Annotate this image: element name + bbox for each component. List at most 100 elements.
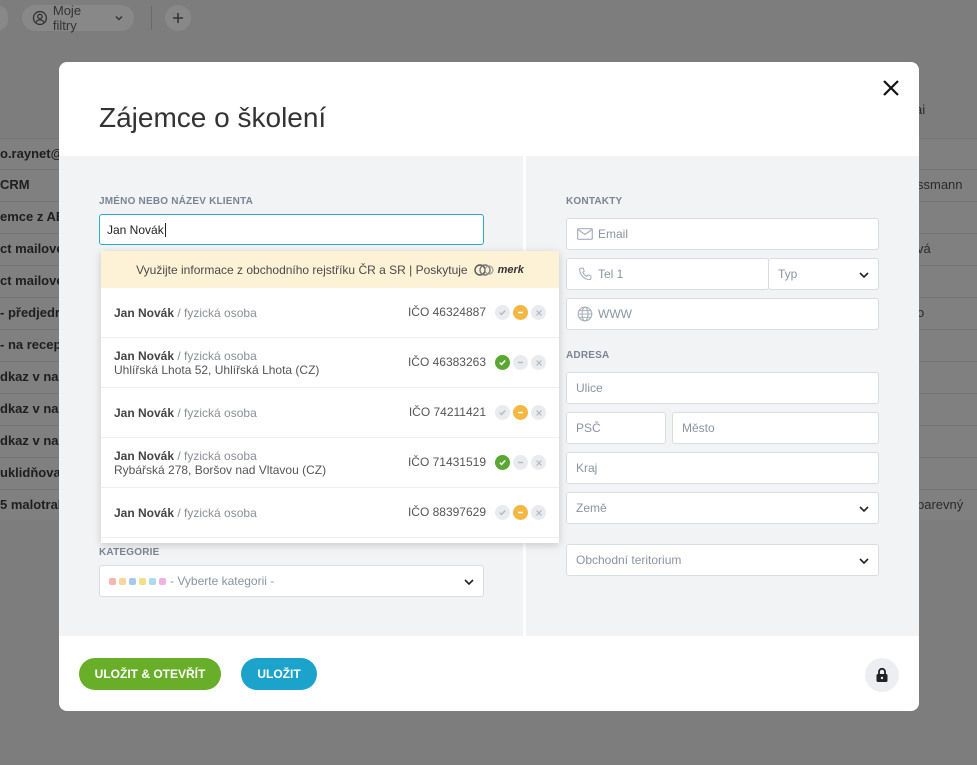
phone-type-value: Typ <box>778 267 798 281</box>
suggestion-type: / fyzická osoba <box>177 505 257 520</box>
text-caret <box>164 222 166 237</box>
user-filter-icon <box>32 10 48 26</box>
bg-row-left-text: ct mailové <box>0 241 64 256</box>
chevron-down-icon <box>859 506 869 513</box>
suggestion-list: Jan Novák / fyzická osoba IČO 46324887 Jan… <box>101 288 559 538</box>
close-button[interactable] <box>879 76 903 100</box>
category-swatch <box>159 577 166 585</box>
suggestion-status <box>495 455 546 470</box>
envelope-icon <box>576 225 594 243</box>
suggestion-status <box>495 405 546 420</box>
region-field[interactable]: Kraj <box>566 452 879 484</box>
close-icon <box>883 80 899 96</box>
suggestion-item[interactable]: Jan Novák / fyzická osoba IČO 74211421 <box>101 388 559 438</box>
suggestion-item[interactable]: Jan Novák / fyzická osoba IČO 88397629 <box>101 488 559 538</box>
bg-row-left-text: - na recep <box>0 337 62 352</box>
bg-toolbar-button <box>0 5 8 31</box>
lock-icon <box>876 667 888 682</box>
suggestion-item[interactable]: Jan Novák / fyzická osoba IČO 46324887 <box>101 288 559 338</box>
merk-logo-icon <box>473 263 494 276</box>
zip-field[interactable]: PSČ <box>566 412 666 444</box>
suggestion-item[interactable]: Jan Novák / fyzická osoba Rybářská 278, B… <box>101 438 559 488</box>
suggestion-status <box>495 355 546 370</box>
modal-title: Zájemce o školení <box>99 102 327 133</box>
category-swatch <box>149 577 156 585</box>
plus-icon <box>173 13 183 23</box>
country-select[interactable]: Země <box>566 492 879 524</box>
cross-icon <box>531 455 546 470</box>
suggestion-address: Rybářská 278, Boršov nad Vltavou (CZ) <box>114 462 327 477</box>
new-contact-modal: Zájemce o školení JMÉNO NEBO NÁZEV KLIEN… <box>59 62 919 711</box>
client-name-input[interactable]: Jan Novák <box>99 214 484 245</box>
check-icon <box>495 355 510 370</box>
suggestion-status <box>495 305 546 320</box>
client-name-label: JMÉNO NEBO NÁZEV KLIENTA <box>99 196 254 207</box>
email-field[interactable]: Email <box>566 218 879 250</box>
suggestion-type: / fyzická osoba <box>177 405 257 420</box>
street-field[interactable]: Ulice <box>566 372 879 404</box>
region-placeholder: Kraj <box>576 461 598 475</box>
category-swatch <box>139 577 146 585</box>
phone-field[interactable]: Tel 1 <box>566 258 769 290</box>
phone-type-select[interactable]: Typ <box>768 258 879 290</box>
territory-select[interactable]: Obchodní teritorium <box>566 544 879 576</box>
cross-icon <box>531 405 546 420</box>
save-button[interactable]: ULOŽIT <box>241 658 317 690</box>
bg-row-left-text: ct mailové <box>0 273 64 288</box>
suggestion-type: / fyzická osoba <box>177 448 257 463</box>
suggestion-ico: IČO 71431519 <box>407 455 486 469</box>
suggestion-address: Uhlířská Lhota 52, Uhlířská Lhota (CZ) <box>114 362 320 377</box>
bg-row-left-text: dkaz v naš <box>0 433 66 448</box>
lock-button[interactable] <box>865 658 899 692</box>
territory-placeholder: Obchodní teritorium <box>576 553 682 567</box>
suggestion-name: Jan Novák <box>114 405 175 420</box>
save-and-open-button[interactable]: ULOŽIT & OTEVŘÍT <box>79 658 221 690</box>
category-swatch <box>109 577 116 585</box>
suggestion-status <box>495 505 546 520</box>
bg-row-left-text: emce z AB <box>0 209 66 224</box>
suggestion-name-line: Jan Novák / fyzická osoba <box>114 506 559 520</box>
category-placeholder: - Vyberte kategorii - <box>170 574 275 588</box>
my-filters-button: Moje filtry <box>22 3 134 33</box>
banner-text: Využijte informace z obchodního rejstřík… <box>136 262 468 277</box>
category-swatch <box>129 577 136 585</box>
suggestion-name: Jan Novák <box>114 448 175 463</box>
bg-row-left-text: dkaz v naš <box>0 369 66 384</box>
city-field[interactable]: Město <box>672 412 879 444</box>
chevron-down-icon <box>115 16 123 21</box>
merk-logo: merk <box>473 263 524 277</box>
check-icon <box>495 305 510 320</box>
category-select[interactable]: - Vyberte kategorii - <box>99 565 484 597</box>
category-swatch <box>119 577 126 585</box>
cross-icon <box>531 355 546 370</box>
www-field[interactable]: WWW <box>566 298 879 330</box>
dash-icon <box>513 455 528 470</box>
suggestion-type: / fyzická osoba <box>177 348 257 363</box>
chevron-down-icon <box>859 272 869 279</box>
suggestion-name-line: Jan Novák / fyzická osoba <box>114 349 559 363</box>
business-register-banner: Využijte informace z obchodního rejstřík… <box>101 251 559 288</box>
street-placeholder: Ulice <box>576 381 603 395</box>
contacts-label: KONTAKTY <box>566 196 623 207</box>
suggestion-item[interactable]: Jan Novák / fyzická osoba Uhlířská Lhota … <box>101 338 559 388</box>
suggestion-name: Jan Novák <box>114 505 175 520</box>
cross-icon <box>531 305 546 320</box>
toolbar-divider <box>151 6 152 30</box>
client-autocomplete-dropdown: Využijte informace z obchodního rejstřík… <box>101 251 559 543</box>
bg-row-left-text: uklidňova <box>0 465 61 480</box>
dash-icon <box>513 355 528 370</box>
chevron-down-icon <box>859 558 869 565</box>
merk-logo-text: merk <box>497 263 524 276</box>
check-icon <box>495 455 510 470</box>
add-filter-button <box>165 5 191 31</box>
suggestion-name-line: Jan Novák / fyzická osoba <box>114 406 559 420</box>
suggestion-name-line: Jan Novák / fyzická osoba <box>114 449 559 463</box>
bg-row-right-text: vá <box>917 241 931 256</box>
chevron-down-icon <box>464 579 474 586</box>
suggestion-ico: IČO 46324887 <box>407 305 486 319</box>
category-swatches <box>109 577 166 585</box>
category-label: KATEGORIE <box>99 547 160 558</box>
bg-row-left-text: - předjedr <box>0 305 60 320</box>
phone-placeholder: Tel 1 <box>598 267 624 281</box>
check-icon <box>495 505 510 520</box>
